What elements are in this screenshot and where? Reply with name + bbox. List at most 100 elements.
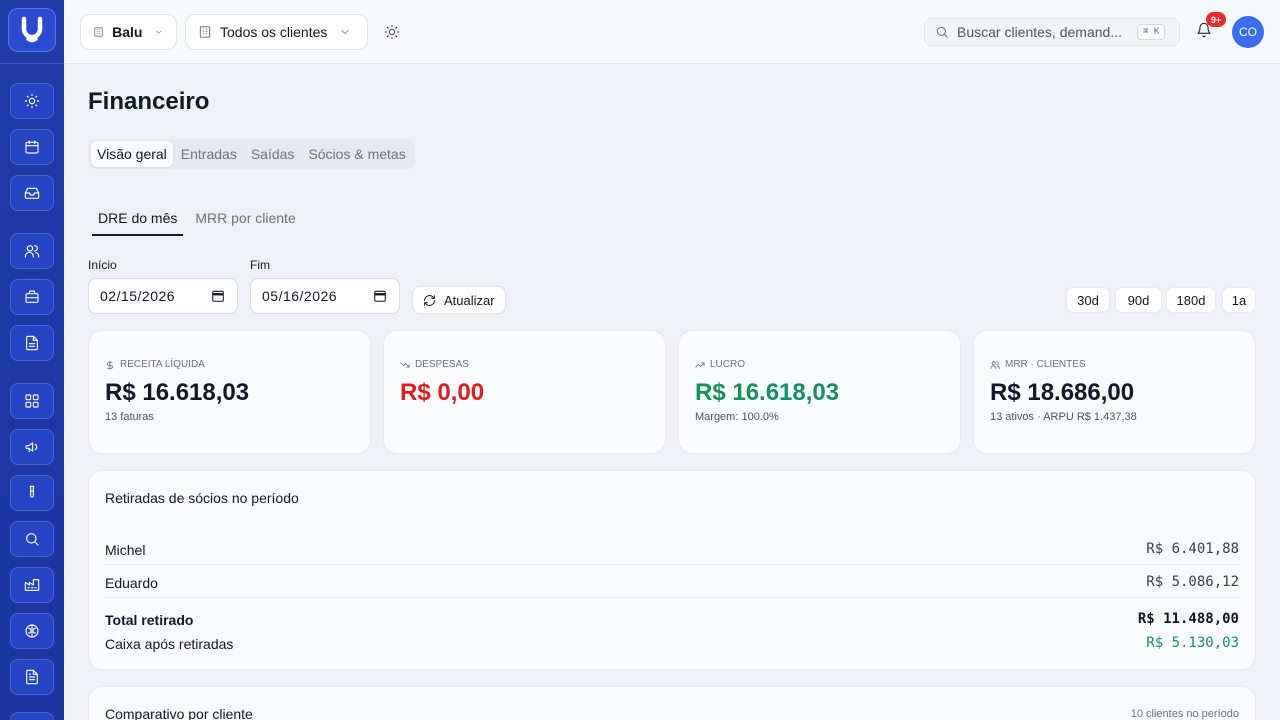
logo-icon (21, 16, 43, 43)
withdrawal-row-name: Michel (105, 542, 146, 558)
app-logo[interactable] (8, 8, 56, 52)
section-title: Retiradas de sócios no período (105, 490, 299, 506)
workspace-name: Balu (112, 24, 143, 40)
range-90d-button[interactable]: 90d (1115, 287, 1162, 313)
kpi-card-profit: Lucro R$ 16.618,03 Margem: 100.0% (678, 330, 961, 454)
total-withdrawn-value: R$ 11.488,00 (1137, 611, 1239, 627)
building-icon (94, 27, 103, 37)
sidebar (0, 0, 64, 720)
document-icon (26, 669, 38, 685)
calendar-icon[interactable] (211, 289, 225, 303)
chevron-down-icon (341, 30, 349, 34)
row-divider (105, 597, 1239, 598)
briefcase-icon (25, 290, 39, 303)
sidebar-item-contracts[interactable] (10, 325, 54, 361)
shortcut-hint: ⌘ K (1137, 24, 1166, 40)
tab-expenses[interactable]: Saídas (245, 141, 301, 167)
partner-withdrawals-card: Retiradas de sócios no período Michel R$… (88, 470, 1256, 670)
end-date-label: Fim (250, 258, 270, 272)
sidebar-item-clients[interactable] (10, 233, 54, 269)
kpi-label: Despesas (415, 359, 469, 370)
theme-toggle-button[interactable] (380, 20, 404, 44)
sidebar-item-dashboard[interactable] (10, 383, 54, 419)
tab-partners-goals[interactable]: Sócios & metas (302, 141, 411, 167)
sidebar-item-search[interactable] (10, 521, 54, 557)
range-180d-button[interactable]: 180d (1166, 287, 1216, 313)
client-filter-label: Todos os clientes (220, 24, 328, 40)
client-filter-selector[interactable]: Todos os clientes (185, 14, 368, 50)
sidebar-item-marketing[interactable] (10, 429, 54, 465)
sidebar-divider (0, 63, 64, 64)
kpi-value: R$ 0,00 (400, 379, 485, 406)
brain-icon (25, 624, 39, 638)
withdrawal-row-value: R$ 6.401,88 (1146, 541, 1239, 557)
range-1a-button[interactable]: 1a (1222, 287, 1256, 313)
subtab-dre[interactable]: DRE do mês (92, 204, 184, 236)
kpi-subtext: Margem: 100.0% (695, 411, 779, 423)
factory-icon (24, 579, 40, 591)
refresh-button[interactable]: Atualizar (412, 286, 506, 314)
refresh-icon (424, 294, 435, 306)
users-icon (24, 245, 40, 258)
sidebar-item-calendar[interactable] (10, 129, 54, 165)
withdrawal-row-value: R$ 5.086,12 (1146, 574, 1239, 590)
client-comparison-card: Comparativo por cliente 10 clientes no p… (88, 686, 1256, 720)
users-icon (990, 360, 1000, 369)
main-content: Financeiro Visão geral Entradas Saídas S… (64, 64, 1280, 720)
page-title: Financeiro (88, 88, 210, 115)
start-date-label: Início (88, 258, 117, 272)
notification-badge: 9+ (1206, 12, 1226, 27)
building-icon (199, 26, 211, 38)
sidebar-item-reports[interactable] (10, 659, 54, 695)
kpi-value: R$ 16.618,03 (105, 379, 250, 406)
inbox-icon (24, 187, 40, 199)
cash-after-value: R$ 5.130,03 (1146, 635, 1239, 651)
start-date-input[interactable]: 02/15/2026 (88, 278, 238, 314)
kpi-card-mrr-clients: MRR · Clientes R$ 18.686,00 13 ativos · … (973, 330, 1256, 454)
kpi-card-net-revenue: Receita líquida R$ 16.618,03 13 faturas (88, 330, 371, 454)
range-30d-button[interactable]: 30d (1066, 287, 1110, 313)
kpi-label: Receita líquida (120, 359, 205, 370)
kpi-subtext: 13 faturas (105, 411, 154, 423)
sidebar-item-ai[interactable] (10, 613, 54, 649)
trending-up-icon (695, 362, 705, 367)
kpi-subtext: 13 ativos · ARPU R$ 1.437,38 (990, 411, 1137, 423)
tab-income[interactable]: Entradas (175, 141, 243, 167)
cash-after-label: Caixa após retiradas (105, 636, 234, 652)
search-placeholder: Buscar clientes, demand... (957, 24, 1122, 40)
subtab-mrr-by-client[interactable]: MRR por cliente (189, 204, 301, 236)
sun-icon (384, 24, 400, 40)
report-subtabs: DRE do mês MRR por cliente (92, 204, 304, 236)
trending-down-icon (400, 362, 410, 367)
sun-icon (24, 93, 40, 109)
withdrawal-row-name: Eduardo (105, 575, 158, 591)
sidebar-item-projects[interactable] (10, 279, 54, 315)
client-count: 10 clientes no período (1130, 708, 1239, 720)
start-date-value: 02/15/2026 (100, 288, 176, 304)
avatar[interactable]: CO (1232, 16, 1264, 48)
section-tabs: Visão geral Entradas Saídas Sócios & met… (88, 139, 415, 169)
grid-icon (25, 394, 39, 408)
section-title: Comparativo por cliente (105, 706, 253, 720)
megaphone-icon (25, 442, 38, 453)
kpi-value: R$ 16.618,03 (695, 379, 840, 406)
workspace-selector[interactable]: Balu (80, 14, 177, 50)
sidebar-item-overview[interactable] (10, 83, 54, 119)
end-date-value: 05/16/2026 (262, 288, 338, 304)
refresh-label: Atualizar (444, 292, 495, 308)
tab-overview[interactable]: Visão geral (91, 141, 173, 167)
kpi-label: Lucro (710, 359, 746, 370)
kpi-value: R$ 18.686,00 (990, 379, 1135, 406)
file-icon (26, 335, 38, 351)
sidebar-item-lab[interactable] (10, 475, 54, 511)
end-date-input[interactable]: 05/16/2026 (250, 278, 400, 314)
sidebar-item-more[interactable] (10, 712, 54, 720)
sidebar-item-operations[interactable] (10, 567, 54, 603)
flask-icon (29, 485, 35, 498)
global-search-input[interactable]: Buscar clientes, demand... ⌘ K (924, 18, 1180, 46)
chevron-down-icon (156, 30, 162, 34)
kpi-card-expenses: Despesas R$ 0,00 (383, 330, 666, 454)
sidebar-item-inbox[interactable] (10, 175, 54, 211)
calendar-icon (25, 140, 39, 154)
calendar-icon[interactable] (373, 289, 387, 303)
